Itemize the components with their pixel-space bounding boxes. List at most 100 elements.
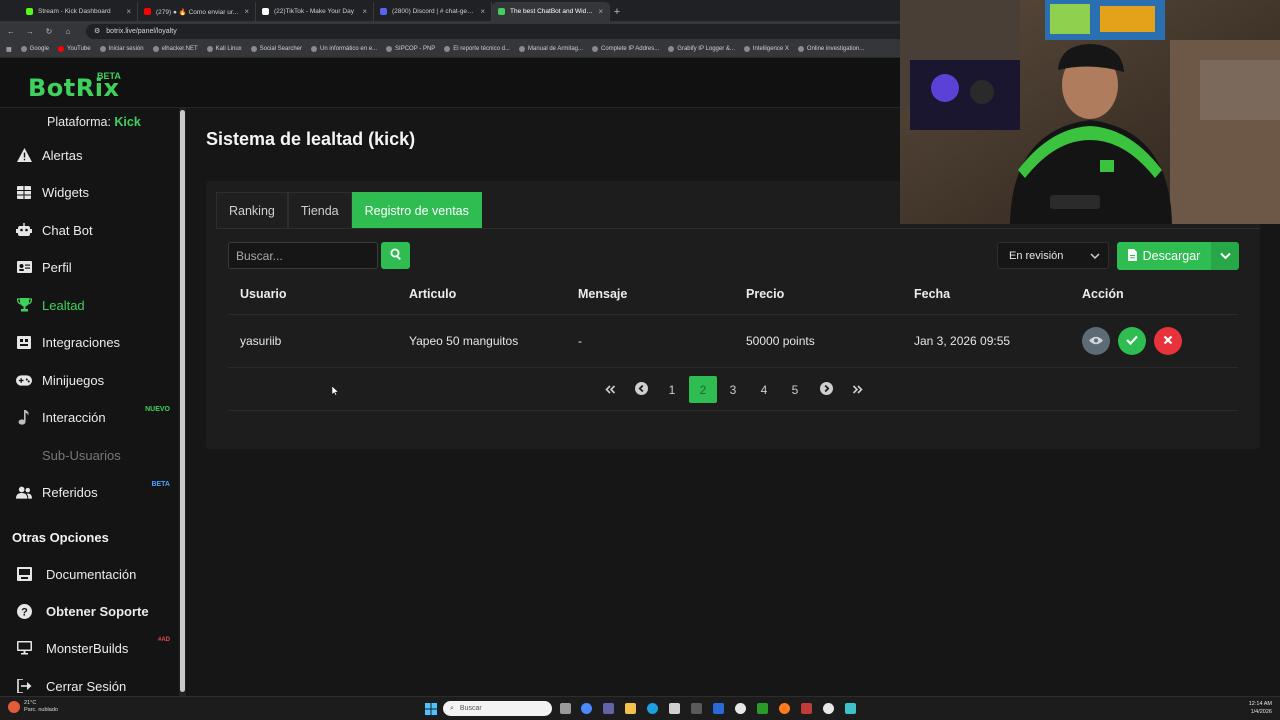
page-4-button[interactable]: 4 xyxy=(750,376,778,403)
vscode-icon[interactable] xyxy=(713,703,724,714)
sidebar-item-label: Minijuegos xyxy=(42,372,105,388)
bookmark-item[interactable]: elhacker.NET xyxy=(152,46,198,52)
sidebar-item-label: Alertas xyxy=(42,147,83,163)
apps-grid-icon[interactable]: ▦ xyxy=(6,46,12,53)
bookmark-label: elhacker.NET xyxy=(161,46,198,52)
forward-arrow-icon[interactable]: → xyxy=(25,27,35,36)
question-icon: ? xyxy=(16,603,32,619)
search-button[interactable] xyxy=(381,242,410,269)
browser-tab[interactable]: (2800) Discord | # chat-gene... × xyxy=(374,2,492,21)
first-page-button[interactable] xyxy=(596,376,624,403)
close-icon[interactable]: × xyxy=(598,7,603,16)
close-icon[interactable]: × xyxy=(480,7,485,16)
browser-tab-active[interactable]: The best ChatBot and Widgets... × xyxy=(492,2,610,21)
copilot-icon[interactable] xyxy=(581,703,592,714)
teams-icon[interactable] xyxy=(603,703,614,714)
sidebar-item-widgets[interactable]: Widgets xyxy=(0,177,178,207)
task-view-icon[interactable] xyxy=(560,703,571,714)
next-page-button[interactable] xyxy=(812,376,840,403)
browser-tab[interactable]: (22)TikTok - Make Your Day × xyxy=(256,2,374,21)
app-icon[interactable] xyxy=(801,703,812,714)
bookmark-item[interactable]: Intelligence X xyxy=(743,46,789,52)
download-button[interactable]: Descargar xyxy=(1117,242,1211,270)
close-icon[interactable]: × xyxy=(362,7,367,16)
browser-tab[interactable]: Stream - Kick Dashboard × xyxy=(20,2,138,21)
bookmark-item[interactable]: Complete IP Addres... xyxy=(592,46,659,52)
close-icon[interactable]: × xyxy=(126,7,131,16)
botrix-favicon-icon xyxy=(498,8,505,15)
chrome-icon[interactable] xyxy=(823,703,834,714)
browser-tab-title: (279) ● 🔥 Como enviar ur... xyxy=(156,8,239,16)
sidebar-item-documentacion[interactable]: Documentación xyxy=(0,559,178,589)
prev-page-button[interactable] xyxy=(627,376,655,403)
system-clock[interactable]: 12:14 AM 1/4/2026 xyxy=(1249,700,1272,716)
bookmark-item[interactable]: YouTube xyxy=(58,46,91,52)
edge-icon[interactable] xyxy=(647,703,658,714)
reject-button[interactable] xyxy=(1154,327,1182,355)
approve-button[interactable] xyxy=(1118,327,1146,355)
taskbar-search[interactable]: ⌕ Buscar xyxy=(443,701,552,716)
sidebar-item-interaccion[interactable]: Interacción NUEVO xyxy=(0,402,178,432)
bookmark-item[interactable]: Kali Linux xyxy=(206,46,242,52)
chevron-right-circle-icon xyxy=(819,381,833,398)
file-explorer-icon[interactable] xyxy=(625,703,636,714)
bookmark-item[interactable]: Un informático en e... xyxy=(311,46,377,52)
status-filter-select[interactable]: En revisión xyxy=(997,242,1109,269)
sidebar-item-obtener-soporte[interactable]: ? Obtener Soporte xyxy=(0,596,178,626)
home-icon[interactable]: ⌂ xyxy=(63,27,73,36)
search-icon xyxy=(390,247,402,265)
bookmark-item[interactable]: Iniciar sesión xyxy=(99,46,144,52)
tab-registro-de-ventas[interactable]: Registro de ventas xyxy=(351,192,482,228)
download-options-button[interactable] xyxy=(1211,242,1239,270)
reload-icon[interactable]: ↻ xyxy=(44,27,54,36)
weather-widget[interactable]: 21°C Parc. nublado xyxy=(8,700,58,714)
sidebar-item-minijuegos[interactable]: Minijuegos xyxy=(0,365,178,395)
bookmark-item[interactable]: Google xyxy=(20,46,49,52)
bookmark-item[interactable]: Grabify IP Logger &... xyxy=(668,46,735,52)
sidebar-item-chat-bot[interactable]: Chat Bot xyxy=(0,215,178,245)
back-arrow-icon[interactable]: ← xyxy=(6,27,16,36)
sidebar-scrollbar[interactable] xyxy=(179,108,186,696)
bookmark-item[interactable]: Social Searcher xyxy=(250,46,302,52)
page-2-button[interactable]: 2 xyxy=(689,376,717,403)
bookmark-item[interactable]: Manual de Armitag... xyxy=(518,46,583,52)
sidebar-item-sub-usuarios[interactable]: Sub-Usuarios xyxy=(0,440,178,470)
sidebar-item-lealtad[interactable]: Lealtad xyxy=(0,290,178,320)
page-5-button[interactable]: 5 xyxy=(781,376,809,403)
tab-ranking[interactable]: Ranking xyxy=(216,192,288,228)
last-page-button[interactable] xyxy=(843,376,871,403)
browser-tab[interactable]: (279) ● 🔥 Como enviar ur... × xyxy=(138,2,256,21)
sidebar-item-monsterbuilds[interactable]: MonsterBuilds #AD xyxy=(0,633,178,663)
settings-icon[interactable] xyxy=(691,703,702,714)
app-icon[interactable] xyxy=(845,703,856,714)
chrome-icon[interactable] xyxy=(735,703,746,714)
eye-icon xyxy=(1089,332,1103,350)
page-1-button[interactable]: 1 xyxy=(658,376,686,403)
new-tab-plus-icon[interactable]: + xyxy=(610,2,624,21)
bookmark-item[interactable]: Online investigation... xyxy=(797,46,864,52)
site-info-icon[interactable]: ⚙ xyxy=(94,27,100,35)
view-button[interactable] xyxy=(1082,327,1110,355)
sidebar-scrollbar-thumb[interactable] xyxy=(180,110,185,692)
windows-start-icon[interactable] xyxy=(425,702,437,720)
sidebar-item-alertas[interactable]: Alertas xyxy=(0,140,178,170)
bookmark-icon xyxy=(518,46,525,52)
close-icon[interactable]: × xyxy=(244,7,249,16)
bookmark-item[interactable]: El reporte técnico d... xyxy=(444,46,510,52)
search-input[interactable] xyxy=(228,242,378,269)
sidebar-item-referidos[interactable]: Referidos BETA xyxy=(0,477,178,507)
page-3-button[interactable]: 3 xyxy=(719,376,747,403)
double-chevron-left-icon xyxy=(604,383,616,397)
xbox-icon[interactable] xyxy=(757,703,768,714)
bookmark-icon xyxy=(250,46,257,52)
store-icon[interactable] xyxy=(669,703,680,714)
book-icon xyxy=(16,566,32,582)
bookmark-icon xyxy=(20,46,27,52)
clock-time: 12:14 AM xyxy=(1248,701,1272,707)
address-bar[interactable]: ⚙ botrix.live/panel/loyalty xyxy=(86,23,946,39)
sidebar-item-integraciones[interactable]: Integraciones xyxy=(0,327,178,357)
firefox-icon[interactable] xyxy=(779,703,790,714)
tab-tienda[interactable]: Tienda xyxy=(287,192,352,228)
bookmark-item[interactable]: SIPCOP - PNP xyxy=(386,46,435,52)
sidebar-item-perfil[interactable]: Perfil xyxy=(0,252,178,282)
